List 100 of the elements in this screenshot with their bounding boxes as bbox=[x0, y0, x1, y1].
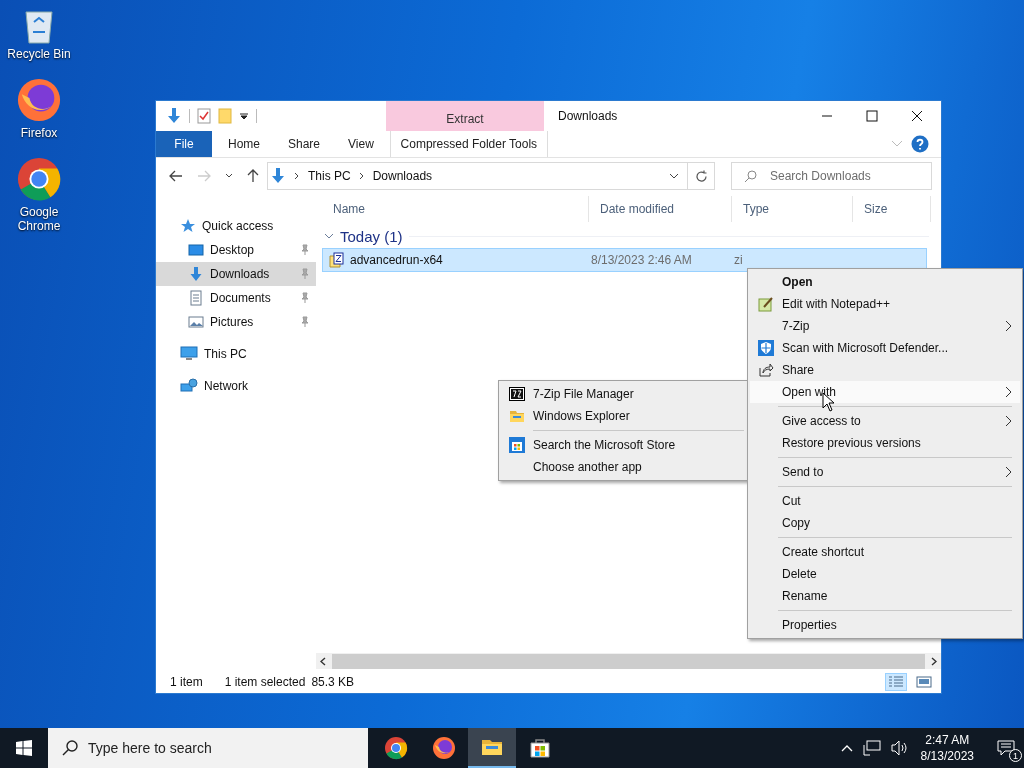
ribbon-tab[interactable]: File bbox=[156, 131, 212, 157]
firefox-icon bbox=[16, 77, 62, 123]
windows-logo-icon[interactable] bbox=[16, 740, 32, 756]
properties-icon[interactable] bbox=[197, 108, 211, 124]
notifications-icon[interactable] bbox=[997, 740, 1015, 756]
back-icon[interactable] bbox=[169, 170, 183, 182]
download-icon bbox=[188, 266, 204, 282]
help-icon[interactable] bbox=[911, 135, 929, 153]
notepad-icon bbox=[758, 296, 774, 312]
store-icon bbox=[528, 736, 552, 760]
menu-item[interactable]: Send to bbox=[750, 461, 1020, 483]
network-icon bbox=[180, 378, 198, 394]
scroll-left-icon[interactable] bbox=[320, 656, 326, 666]
file-date: 8/13/2023 2:46 AM bbox=[591, 253, 693, 267]
search-field[interactable]: Search Downloads bbox=[731, 162, 932, 190]
refresh-icon[interactable] bbox=[694, 169, 708, 183]
menu-item[interactable]: Create shortcut bbox=[750, 541, 1020, 563]
menu-item[interactable]: Cut bbox=[750, 490, 1020, 512]
column-header[interactable]: Size bbox=[853, 196, 931, 222]
column-header[interactable]: Name bbox=[322, 196, 589, 222]
menu-item[interactable]: Properties bbox=[750, 614, 1020, 636]
taskbar-button[interactable] bbox=[468, 728, 516, 768]
ribbon-tab[interactable]: Share bbox=[274, 131, 335, 157]
desktop-icon-label[interactable]: Google Chrome bbox=[4, 205, 74, 233]
recent-locations-icon[interactable] bbox=[225, 173, 233, 179]
nav-item[interactable]: Pictures bbox=[156, 310, 316, 334]
clock-date: 8/13/2023 bbox=[920, 748, 974, 764]
item-count: 1 item bbox=[170, 675, 203, 689]
column-header[interactable]: Date modified bbox=[589, 196, 732, 222]
search-icon bbox=[744, 170, 757, 183]
menu-item[interactable]: Delete bbox=[750, 563, 1020, 585]
desktop-icon-label[interactable]: Firefox bbox=[4, 126, 74, 140]
menu-item[interactable]: 7-Zip bbox=[750, 315, 1020, 337]
ribbon-tab[interactable]: Home bbox=[214, 131, 274, 157]
chevron-right-icon[interactable] bbox=[358, 172, 365, 180]
document-icon bbox=[188, 290, 204, 306]
close-icon[interactable] bbox=[911, 110, 923, 122]
clock[interactable]: 2:47 AM 8/13/2023 bbox=[920, 732, 974, 764]
zip-file-icon bbox=[329, 252, 345, 268]
column-header[interactable]: Type bbox=[732, 196, 853, 222]
menu-item[interactable]: Rename bbox=[750, 585, 1020, 607]
dropdown-icon[interactable] bbox=[239, 111, 249, 121]
menu-item[interactable]: Copy bbox=[750, 512, 1020, 534]
file-type: zi bbox=[734, 253, 743, 267]
desktop-icon-label[interactable]: Recycle Bin bbox=[4, 47, 74, 61]
taskbar-search-field[interactable]: Type here to search bbox=[48, 728, 368, 768]
desktop-icon bbox=[188, 242, 204, 258]
ribbon-tab[interactable]: Compressed Folder Tools bbox=[389, 131, 548, 157]
scroll-right-icon[interactable] bbox=[931, 656, 937, 666]
selection-size: 85.3 KB bbox=[311, 675, 355, 689]
ribbon-tab[interactable]: View bbox=[334, 131, 388, 157]
menu-item[interactable]: Give access to bbox=[750, 410, 1020, 432]
download-icon[interactable] bbox=[166, 107, 182, 125]
chevron-down-icon[interactable] bbox=[324, 232, 334, 240]
menu-item[interactable]: Search the Microsoft Store bbox=[501, 434, 746, 456]
menu-item[interactable]: Restore previous versions bbox=[750, 432, 1020, 454]
nav-item[interactable]: Quick access bbox=[156, 214, 316, 238]
breadcrumb[interactable]: This PC bbox=[308, 169, 351, 183]
file-row[interactable]: advancedrun-x64 8/13/2023 2:46 AM zi bbox=[322, 248, 927, 272]
nav-item[interactable]: Desktop bbox=[156, 238, 316, 262]
nav-item[interactable]: Network bbox=[156, 374, 316, 398]
pin-icon[interactable] bbox=[300, 292, 310, 304]
menu-item[interactable]: Open bbox=[750, 271, 1020, 293]
network-icon[interactable] bbox=[862, 740, 881, 756]
pin-icon[interactable] bbox=[300, 316, 310, 328]
volume-icon[interactable] bbox=[890, 740, 909, 756]
horizontal-scrollbar[interactable] bbox=[316, 653, 941, 669]
chrome-icon bbox=[16, 156, 62, 202]
group-header[interactable]: Today (1) bbox=[340, 227, 403, 245]
menu-item[interactable]: 7-Zip File Manager bbox=[501, 383, 746, 405]
nav-item[interactable]: This PC bbox=[156, 342, 316, 366]
selection-info: 1 item selected bbox=[224, 675, 306, 689]
star-icon bbox=[180, 218, 196, 234]
search-icon bbox=[62, 740, 78, 756]
menu-item[interactable]: Scan with Microsoft Defender... bbox=[750, 337, 1020, 359]
computer-icon bbox=[180, 346, 198, 362]
address-bar[interactable]: This PC Downloads bbox=[267, 162, 715, 190]
chevron-right-icon[interactable] bbox=[294, 172, 300, 180]
menu-item[interactable]: Open with bbox=[750, 381, 1020, 403]
breadcrumb[interactable]: Downloads bbox=[372, 169, 433, 183]
shield-icon bbox=[758, 340, 774, 356]
menu-item[interactable]: Windows Explorer bbox=[501, 405, 746, 427]
large-icons-view-icon[interactable] bbox=[916, 676, 932, 688]
nav-item[interactable]: Downloads bbox=[156, 262, 316, 286]
menu-item[interactable]: Edit with Notepad++ bbox=[750, 293, 1020, 315]
chevron-up-icon[interactable] bbox=[840, 744, 853, 752]
chevron-down-icon[interactable] bbox=[669, 173, 679, 179]
menu-item[interactable]: Choose another app bbox=[501, 456, 746, 478]
menu-item[interactable]: Share bbox=[750, 359, 1020, 381]
clock-time: 2:47 AM bbox=[925, 732, 970, 748]
share-icon bbox=[758, 362, 774, 378]
pin-icon[interactable] bbox=[300, 244, 310, 256]
contextual-tab-header: Extract bbox=[386, 101, 544, 131]
up-icon[interactable] bbox=[247, 169, 259, 183]
file-name: advancedrun-x64 bbox=[350, 253, 443, 267]
archive-icon bbox=[509, 386, 525, 402]
firefox-icon bbox=[432, 736, 456, 760]
nav-item[interactable]: Documents bbox=[156, 286, 316, 310]
pictures-icon bbox=[188, 314, 204, 330]
maximize-icon[interactable] bbox=[866, 110, 878, 122]
